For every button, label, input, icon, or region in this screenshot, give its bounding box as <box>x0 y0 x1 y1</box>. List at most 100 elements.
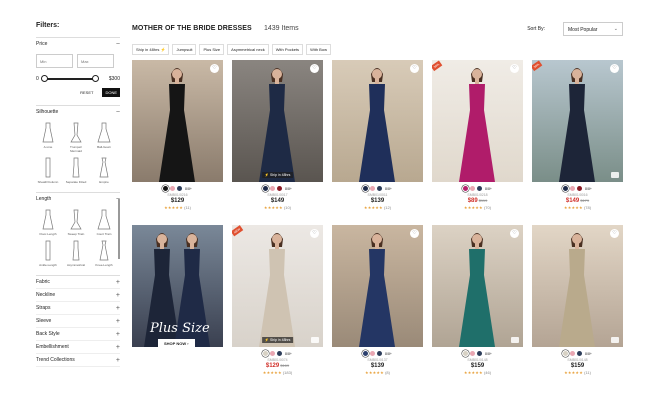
min-price-input[interactable] <box>36 54 73 68</box>
color-swatch[interactable] <box>577 351 583 356</box>
color-swatch[interactable] <box>177 186 183 191</box>
more-colors-count[interactable]: 8/8+ <box>285 187 292 191</box>
silhouette-section-header[interactable]: Silhouette − <box>36 106 120 118</box>
product-card[interactable]: 30% ♡ 8/8+ SMB01/0218 $89$119 ★★★★★ (70) <box>432 60 523 210</box>
color-swatch[interactable] <box>170 186 176 191</box>
filter-chip[interactable]: With Bow <box>306 44 331 55</box>
wishlist-heart-icon[interactable]: ♡ <box>510 229 519 238</box>
more-colors-count[interactable]: 8/8+ <box>585 187 592 191</box>
color-swatch[interactable] <box>570 186 576 191</box>
color-swatch[interactable] <box>263 186 269 191</box>
product-image[interactable]: 30% ♡ <box>432 60 523 182</box>
price-slider[interactable]: 0 $300 <box>36 74 120 84</box>
product-rating[interactable]: ★★★★★ (78) <box>532 205 623 210</box>
filter-chip[interactable]: Asymmetrical neck <box>227 44 269 55</box>
product-image[interactable]: 30% ♡ <box>532 60 623 182</box>
product-card[interactable]: ♡ 8/8+ SMB01/0148 $159 ★★★★★ (46) <box>432 225 523 375</box>
product-card[interactable]: ♡ 8/8+ SMB01/0137 $139 ★★★★★ (8) <box>332 225 423 375</box>
more-colors-count[interactable]: 8/8+ <box>385 187 392 191</box>
filter-chip[interactable]: With Pockets <box>271 44 304 55</box>
product-rating[interactable]: ★★★★★ (11) <box>532 370 623 375</box>
wishlist-heart-icon[interactable]: ♡ <box>310 229 319 238</box>
video-icon[interactable] <box>611 337 619 343</box>
color-swatch[interactable] <box>163 186 169 191</box>
promo-card[interactable]: Plus Size SHOP NOW › <box>132 225 223 347</box>
done-button[interactable]: DONE <box>102 88 120 97</box>
product-rating[interactable]: ★★★★★ (11) <box>132 205 223 210</box>
filter-section-straps[interactable]: Straps + <box>36 302 120 315</box>
video-icon[interactable] <box>611 172 619 178</box>
color-swatch[interactable] <box>363 186 369 191</box>
shop-now-button[interactable]: SHOP NOW › <box>158 339 195 347</box>
silhouette-option[interactable]: Separate Fitted <box>64 157 88 184</box>
filter-section-neckline[interactable]: Neckline + <box>36 289 120 302</box>
product-card[interactable]: ♡ 8/8+ SMB01/0011 $139 ★★★★★ (12) <box>332 60 423 210</box>
color-swatch[interactable] <box>363 351 369 356</box>
color-swatch[interactable] <box>463 186 469 191</box>
color-swatch[interactable] <box>277 186 283 191</box>
product-image[interactable]: ♡ <box>132 60 223 182</box>
more-colors-count[interactable]: 8/8+ <box>585 352 592 356</box>
silhouette-option[interactable]: Empire <box>92 157 116 184</box>
length-option[interactable]: Knee-Length <box>92 240 116 267</box>
video-icon[interactable] <box>311 337 319 343</box>
filter-chip[interactable]: Jumpsuit <box>172 44 197 55</box>
sort-select[interactable]: Most Popular ⌄ <box>563 22 623 36</box>
color-swatch[interactable] <box>563 186 569 191</box>
silhouette-option[interactable]: Sheath/Column <box>36 157 60 184</box>
video-icon[interactable] <box>511 337 519 343</box>
color-swatch[interactable] <box>370 186 376 191</box>
product-rating[interactable]: ★★★★★ (70) <box>432 205 523 210</box>
color-swatch[interactable] <box>270 351 276 356</box>
more-colors-count[interactable]: 8/8+ <box>285 352 292 356</box>
filter-section-sleeve[interactable]: Sleeve + <box>36 315 120 328</box>
wishlist-heart-icon[interactable]: ♡ <box>210 64 219 73</box>
product-image[interactable]: ♡ <box>332 60 423 182</box>
slider-max-handle[interactable] <box>92 75 99 82</box>
color-swatch[interactable] <box>477 186 483 191</box>
max-price-input[interactable] <box>77 54 114 68</box>
reset-button[interactable]: RESET <box>77 88 96 97</box>
color-swatch[interactable] <box>377 186 383 191</box>
length-section-header[interactable]: Length − <box>36 193 120 205</box>
product-card[interactable]: ♡ ⚡ Ship in 48hrs 8/8+ SMB01/0017 $149 ★★★★★ … <box>232 60 323 210</box>
wishlist-heart-icon[interactable]: ♡ <box>610 229 619 238</box>
filter-chip[interactable]: Plus Size <box>199 44 225 55</box>
color-swatch[interactable] <box>463 351 469 356</box>
wishlist-heart-icon[interactable]: ♡ <box>310 64 319 73</box>
length-option[interactable]: Court Train <box>92 209 116 236</box>
product-image[interactable]: Plus Size SHOP NOW › <box>132 225 223 347</box>
product-card[interactable]: ♡ 8/8+ SMB01/0148 $159 ★★★★★ (11) <box>532 225 623 375</box>
more-colors-count[interactable]: 8/8+ <box>485 352 492 356</box>
product-image[interactable]: ♡ <box>432 225 523 347</box>
color-swatch[interactable] <box>370 351 376 356</box>
product-rating[interactable]: ★★★★★ (8) <box>332 370 423 375</box>
color-swatch[interactable] <box>577 186 583 191</box>
wishlist-heart-icon[interactable]: ♡ <box>410 229 419 238</box>
slider-min-handle[interactable] <box>41 75 48 82</box>
product-rating[interactable]: ★★★★★ (12) <box>332 205 423 210</box>
wishlist-heart-icon[interactable]: ♡ <box>610 64 619 73</box>
silhouette-option[interactable]: Trumpet/ Mermaid <box>64 122 88 153</box>
wishlist-heart-icon[interactable]: ♡ <box>510 64 519 73</box>
filter-chip[interactable]: Ship in 48hrs ⚡ <box>132 44 170 55</box>
product-image[interactable]: ♡ <box>332 225 423 347</box>
filter-section-embellishment[interactable]: Embellishment + <box>36 341 120 354</box>
wishlist-heart-icon[interactable]: ♡ <box>410 64 419 73</box>
product-rating[interactable]: ★★★★★ (10) <box>232 205 323 210</box>
silhouette-option[interactable]: A-Line <box>36 122 60 153</box>
length-option[interactable]: Ankle-Length <box>36 240 60 267</box>
more-colors-count[interactable]: 8/8+ <box>485 187 492 191</box>
product-rating[interactable]: ★★★★★ (183) <box>232 370 323 375</box>
more-colors-count[interactable]: 8/8+ <box>185 187 192 191</box>
product-card[interactable]: ♡ 8/8+ SMB01/0216 $129 ★★★★★ (11) <box>132 60 223 210</box>
color-swatch[interactable] <box>470 186 476 191</box>
filter-section-trend-collections[interactable]: Trend Collections + <box>36 354 120 367</box>
color-swatch[interactable] <box>470 351 476 356</box>
silhouette-option[interactable]: Ball-Gown <box>92 122 116 153</box>
color-swatch[interactable] <box>263 351 269 356</box>
length-option[interactable]: Asymmetrical <box>64 240 88 267</box>
length-option[interactable]: Sweep Train <box>64 209 88 236</box>
product-card[interactable]: 30% ♡ 8/8+ SMB01/0016 $149$179 ★★★★★ (78) <box>532 60 623 210</box>
product-image[interactable]: ♡ <box>532 225 623 347</box>
